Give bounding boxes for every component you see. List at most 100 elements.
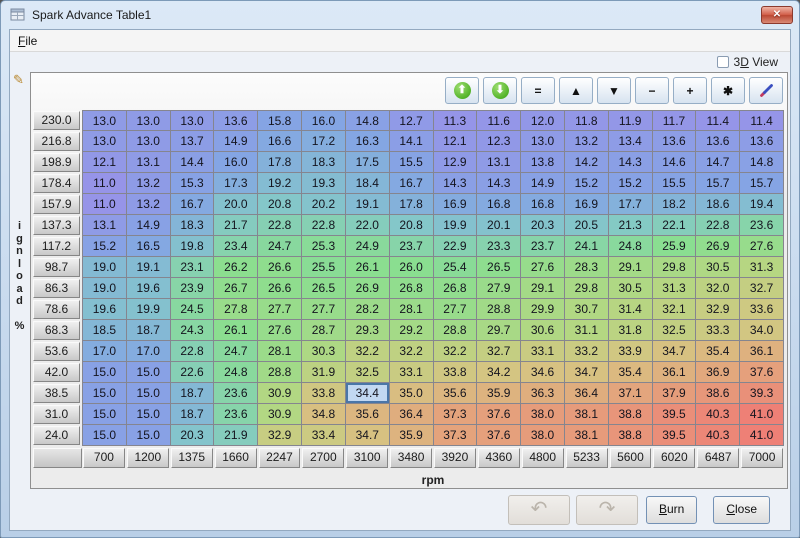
table-cell[interactable]: 19.9	[127, 299, 171, 320]
table-cell[interactable]: 13.0	[521, 131, 565, 152]
table-cell[interactable]: 26.9	[696, 236, 740, 257]
table-cell[interactable]: 34.8	[302, 404, 346, 425]
table-cell[interactable]: 31.9	[302, 362, 346, 383]
table-cell[interactable]: 26.5	[302, 278, 346, 299]
table-cell[interactable]: 29.8	[653, 257, 697, 278]
table-cell[interactable]: 36.4	[390, 404, 434, 425]
table-cell[interactable]: 13.1	[82, 215, 127, 236]
table-cell[interactable]: 30.6	[521, 320, 565, 341]
table-cell[interactable]: 16.8	[521, 194, 565, 215]
table-cell[interactable]: 23.6	[214, 383, 258, 404]
table-cell[interactable]: 27.6	[521, 257, 565, 278]
table-cell[interactable]: 20.2	[302, 194, 346, 215]
table-cell[interactable]: 23.1	[171, 257, 215, 278]
table-cell[interactable]: 18.3	[302, 152, 346, 173]
table-cell[interactable]: 29.3	[346, 320, 390, 341]
table-cell[interactable]: 16.7	[390, 173, 434, 194]
table-cell[interactable]: 38.1	[565, 404, 609, 425]
table-cell[interactable]: 36.4	[565, 383, 609, 404]
table-cell[interactable]: 39.3	[740, 383, 784, 404]
table-cell[interactable]: 32.2	[346, 341, 390, 362]
table-cell[interactable]: 22.1	[653, 215, 697, 236]
table-cell[interactable]: 36.9	[696, 362, 740, 383]
table-cell[interactable]: 41.0	[740, 404, 784, 425]
table-cell[interactable]: 26.6	[258, 257, 302, 278]
row-header-button[interactable]: 68.3	[33, 321, 80, 340]
table-cell[interactable]: 33.2	[565, 341, 609, 362]
table-cell[interactable]: 12.9	[434, 152, 478, 173]
table-cell[interactable]: 28.1	[258, 341, 302, 362]
table-cell[interactable]: 18.4	[346, 173, 390, 194]
table-cell[interactable]: 33.8	[302, 383, 346, 404]
table-cell[interactable]: 22.8	[302, 215, 346, 236]
row-header-button[interactable]: 78.6	[33, 300, 80, 319]
table-cell[interactable]: 33.1	[390, 362, 434, 383]
column-header-button[interactable]: 6487	[697, 448, 739, 468]
close-button[interactable]: Close	[713, 496, 770, 524]
table-cell[interactable]: 35.4	[609, 362, 653, 383]
table-cell[interactable]: 15.7	[740, 173, 784, 194]
row-header-button[interactable]: 53.6	[33, 342, 80, 361]
table-cell[interactable]: 36.3	[521, 383, 565, 404]
table-cell[interactable]: 28.7	[302, 320, 346, 341]
file-menu[interactable]: File	[10, 32, 45, 50]
table-cell[interactable]: 15.7	[696, 173, 740, 194]
table-cell[interactable]: 19.6	[82, 299, 127, 320]
table-cell[interactable]: 33.6	[740, 299, 784, 320]
table-cell[interactable]: 30.9	[258, 383, 302, 404]
table-cell[interactable]: 24.8	[214, 362, 258, 383]
table-cell[interactable]: 27.7	[258, 299, 302, 320]
table-cell[interactable]: 38.1	[565, 425, 609, 446]
table-cell[interactable]: 17.3	[214, 173, 258, 194]
row-header-button[interactable]: 178.4	[33, 174, 80, 193]
table-cell[interactable]: 22.8	[258, 215, 302, 236]
column-header-button[interactable]: 2700	[302, 448, 344, 468]
table-cell[interactable]: 39.5	[653, 425, 697, 446]
table-cell[interactable]: 19.9	[434, 215, 478, 236]
table-cell[interactable]: 22.9	[434, 236, 478, 257]
table-cell[interactable]: 28.8	[258, 362, 302, 383]
table-cell[interactable]: 14.3	[477, 173, 521, 194]
table-cell[interactable]: 12.1	[82, 152, 127, 173]
column-header-button[interactable]: 1375	[171, 448, 213, 468]
table-cell[interactable]: 13.6	[653, 131, 697, 152]
table-cell[interactable]: 19.0	[82, 257, 127, 278]
subtract-button[interactable]: −	[635, 77, 669, 104]
table-cell[interactable]: 33.8	[434, 362, 478, 383]
table-cell[interactable]: 14.3	[434, 173, 478, 194]
table-cell[interactable]: 37.3	[434, 404, 478, 425]
column-header-button[interactable]: 3100	[346, 448, 388, 468]
table-cell[interactable]: 13.6	[214, 110, 258, 131]
table-cell[interactable]: 13.0	[82, 131, 127, 152]
table-cell[interactable]: 36.1	[653, 362, 697, 383]
table-cell[interactable]: 27.6	[258, 320, 302, 341]
table-cell[interactable]: 17.5	[346, 152, 390, 173]
table-cell[interactable]: 35.6	[346, 404, 390, 425]
table-cell[interactable]: 37.6	[740, 362, 784, 383]
table-cell-selected[interactable]: 34.4	[346, 383, 390, 404]
table-cell[interactable]: 11.8	[565, 110, 609, 131]
column-header-button[interactable]: 4800	[522, 448, 564, 468]
table-cell[interactable]: 24.3	[171, 320, 215, 341]
table-cell[interactable]: 33.1	[521, 341, 565, 362]
table-cell[interactable]: 32.5	[346, 362, 390, 383]
table-cell[interactable]: 32.7	[740, 278, 784, 299]
table-cell[interactable]: 29.1	[609, 257, 653, 278]
column-header-button[interactable]: 1200	[127, 448, 169, 468]
table-cell[interactable]: 26.5	[477, 257, 521, 278]
table-cell[interactable]: 23.6	[214, 404, 258, 425]
table-cell[interactable]: 18.7	[171, 383, 215, 404]
table-cell[interactable]: 20.8	[390, 215, 434, 236]
undo-button[interactable]: ↶	[508, 495, 570, 525]
row-header-button[interactable]: 86.3	[33, 279, 80, 298]
table-cell[interactable]: 12.7	[390, 110, 434, 131]
table-cell[interactable]: 35.0	[390, 383, 434, 404]
table-cell[interactable]: 34.7	[346, 425, 390, 446]
row-header-button[interactable]: 38.5	[33, 384, 80, 403]
table-cell[interactable]: 14.6	[653, 152, 697, 173]
table-cell[interactable]: 11.0	[82, 194, 127, 215]
table-cell[interactable]: 16.6	[258, 131, 302, 152]
table-cell[interactable]: 18.6	[696, 194, 740, 215]
table-cell[interactable]: 22.6	[171, 362, 215, 383]
table-cell[interactable]: 12.0	[521, 110, 565, 131]
